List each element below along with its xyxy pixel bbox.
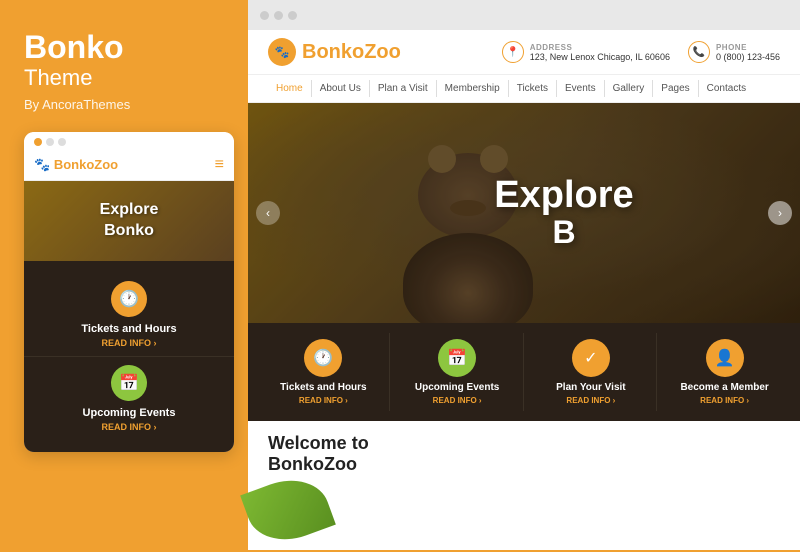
welcome-text: Welcome to BonkoZoo bbox=[268, 433, 780, 479]
theme-by: By AncoraThemes bbox=[24, 97, 224, 112]
site-nav: Home About Us Plan a Visit Membership Ti… bbox=[248, 75, 800, 103]
hero-next-button[interactable]: › bbox=[768, 201, 792, 225]
hero-text: Explore B bbox=[494, 176, 633, 251]
mobile-nav: 🐾 BonkoZoo ≡ bbox=[24, 152, 234, 181]
phone-icon: 📞 bbox=[688, 41, 710, 63]
events-icon-circle: 📅 bbox=[111, 365, 147, 401]
hamburger-icon[interactable]: ≡ bbox=[215, 156, 224, 174]
desktop-preview: 🐾 BonkoZoo 📍 ADDRESS 123, New Lenox Chic… bbox=[248, 0, 800, 550]
nav-home[interactable]: Home bbox=[268, 80, 312, 97]
address-value: 123, New Lenox Chicago, IL 60606 bbox=[530, 52, 670, 62]
header-info: 📍 ADDRESS 123, New Lenox Chicago, IL 606… bbox=[502, 41, 780, 63]
address-label: ADDRESS bbox=[530, 43, 670, 52]
logo-icon: 🐾 bbox=[268, 38, 296, 66]
chrome-dot-3 bbox=[288, 11, 297, 20]
mobile-logo-text: BonkoZoo bbox=[54, 157, 118, 172]
theme-subtitle: Theme bbox=[24, 65, 224, 91]
nav-contacts[interactable]: Contacts bbox=[699, 80, 754, 97]
features-bar: 🕐 Tickets and Hours READ INFO 📅 Upcoming… bbox=[248, 323, 800, 421]
feat-tickets-read[interactable]: READ INFO bbox=[299, 396, 348, 405]
feat-plan-title: Plan Your Visit bbox=[556, 382, 625, 393]
mobile-hero-bg: Explore Bonko bbox=[24, 181, 234, 261]
header-address: 📍 ADDRESS 123, New Lenox Chicago, IL 606… bbox=[502, 41, 670, 63]
mobile-events-title: Upcoming Events bbox=[83, 407, 176, 419]
site-hero: Explore B ‹ › bbox=[248, 103, 800, 323]
mobile-logo: 🐾 BonkoZoo bbox=[34, 157, 118, 173]
hero-b: B bbox=[494, 214, 633, 251]
phone-label: PHONE bbox=[716, 43, 780, 52]
mobile-features: 🕐 Tickets and Hours READ INFO 📅 Upcoming… bbox=[24, 261, 234, 452]
mobile-browser-chrome bbox=[24, 132, 234, 152]
feat-events-title: Upcoming Events bbox=[415, 382, 499, 393]
nav-membership[interactable]: Membership bbox=[437, 80, 509, 97]
desktop-browser-chrome bbox=[248, 0, 800, 30]
mobile-hero-text: Explore Bonko bbox=[100, 200, 159, 242]
feat-member-icon: 👤 bbox=[706, 339, 744, 377]
theme-title: Bonko bbox=[24, 30, 224, 65]
phone-value: 0 (800) 123-456 bbox=[716, 52, 780, 62]
hero-explore: Explore bbox=[494, 176, 633, 214]
site-header: 🐾 BonkoZoo 📍 ADDRESS 123, New Lenox Chic… bbox=[248, 30, 800, 75]
feat-plan-read[interactable]: READ INFO bbox=[566, 396, 615, 405]
hero-prev-button[interactable]: ‹ bbox=[256, 201, 280, 225]
feat-events-read[interactable]: READ INFO bbox=[433, 396, 482, 405]
feat-member-read[interactable]: READ INFO bbox=[700, 396, 749, 405]
feature-member: 👤 Become a Member READ INFO bbox=[659, 333, 790, 411]
mobile-hero: Explore Bonko bbox=[24, 181, 234, 261]
mobile-tickets-read[interactable]: READ INFO bbox=[102, 338, 157, 348]
browser-dot-2 bbox=[46, 138, 54, 146]
tickets-icon-circle: 🕐 bbox=[111, 281, 147, 317]
feat-member-title: Become a Member bbox=[680, 382, 768, 393]
feat-plan-icon: ✓ bbox=[572, 339, 610, 377]
mobile-tickets-title: Tickets and Hours bbox=[81, 323, 176, 335]
mobile-events-read[interactable]: READ INFO bbox=[102, 422, 157, 432]
welcome-section: Welcome to BonkoZoo bbox=[248, 421, 800, 491]
nav-plan[interactable]: Plan a Visit bbox=[370, 80, 437, 97]
site-logo: 🐾 BonkoZoo bbox=[268, 38, 401, 66]
nav-gallery[interactable]: Gallery bbox=[605, 80, 654, 97]
feat-tickets-icon: 🕐 bbox=[304, 339, 342, 377]
feat-events-icon: 📅 bbox=[438, 339, 476, 377]
welcome-title: Welcome to BonkoZoo bbox=[268, 433, 780, 475]
location-icon: 📍 bbox=[502, 41, 524, 63]
nav-tickets[interactable]: Tickets bbox=[509, 80, 557, 97]
mobile-preview-card: 🐾 BonkoZoo ≡ Explore Bonko 🕐 Tickets and… bbox=[24, 132, 234, 452]
left-panel: Bonko Theme By AncoraThemes 🐾 BonkoZoo ≡… bbox=[0, 0, 248, 550]
feature-plan: ✓ Plan Your Visit READ INFO bbox=[526, 333, 658, 411]
feature-events: 📅 Upcoming Events READ INFO bbox=[392, 333, 524, 411]
browser-dot-1 bbox=[34, 138, 42, 146]
logo-text: BonkoZoo bbox=[302, 41, 401, 64]
chrome-dot-2 bbox=[274, 11, 283, 20]
nav-about[interactable]: About Us bbox=[312, 80, 370, 97]
nav-events[interactable]: Events bbox=[557, 80, 605, 97]
header-phone: 📞 PHONE 0 (800) 123-456 bbox=[688, 41, 780, 63]
feat-tickets-title: Tickets and Hours bbox=[280, 382, 367, 393]
mobile-feature-tickets: 🕐 Tickets and Hours READ INFO bbox=[24, 273, 234, 357]
mobile-feature-events: 📅 Upcoming Events READ INFO bbox=[24, 357, 234, 440]
nav-pages[interactable]: Pages bbox=[653, 80, 698, 97]
chrome-dot-1 bbox=[260, 11, 269, 20]
browser-dot-3 bbox=[58, 138, 66, 146]
feature-tickets: 🕐 Tickets and Hours READ INFO bbox=[258, 333, 390, 411]
